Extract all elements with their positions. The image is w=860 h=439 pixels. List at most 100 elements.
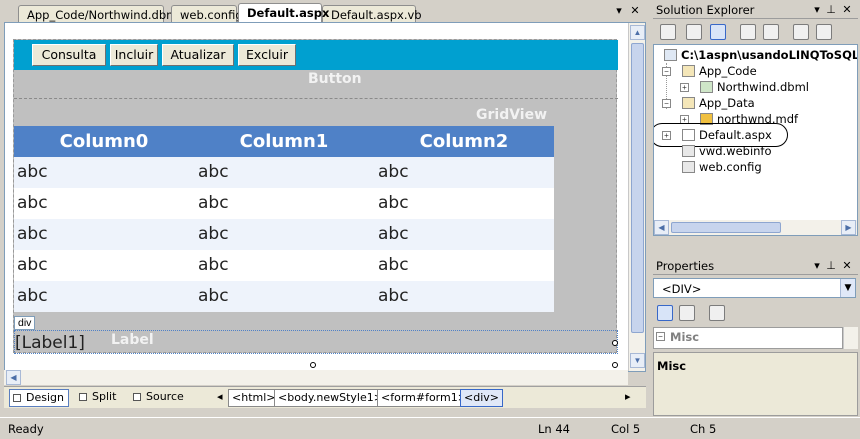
breadcrumb-right-icon[interactable]: ▸: [622, 389, 634, 407]
grid-cell: abc: [378, 255, 409, 275]
grid-header-cell: Column2: [419, 131, 509, 152]
tree-item-default-aspx[interactable]: Default.aspx: [682, 128, 772, 142]
nest-files-icon[interactable]: [710, 24, 726, 40]
source-view-button[interactable]: Source: [130, 389, 188, 407]
property-description: Misc: [653, 352, 858, 416]
property-grid-scrollbar[interactable]: [843, 327, 858, 349]
design-view-button[interactable]: Design: [9, 389, 69, 407]
breadcrumb-form[interactable]: <form#form1>: [377, 389, 471, 407]
collapse-icon[interactable]: −: [662, 67, 671, 76]
scroll-up-icon[interactable]: ▲: [630, 25, 645, 40]
grid-cell: abc: [198, 162, 229, 182]
properties-title: Properties: [656, 259, 715, 273]
copy-website-icon[interactable]: [793, 24, 809, 40]
div-element-tag[interactable]: div: [14, 316, 36, 330]
button-panel: Consulta Incluir Atualizar Excluir: [14, 40, 618, 70]
property-category: Misc: [670, 330, 700, 344]
property-grid[interactable]: − Misc: [653, 327, 843, 349]
asp-config-icon[interactable]: [816, 24, 832, 40]
form-design-area[interactable]: Consulta Incluir Atualizar Excluir Butto…: [13, 39, 618, 368]
consulta-button[interactable]: Consulta: [32, 44, 106, 66]
scroll-left-icon[interactable]: ◀: [6, 370, 21, 385]
design-surface[interactable]: Consulta Incluir Atualizar Excluir Butto…: [4, 22, 646, 372]
gridview[interactable]: Column0 Column1 Column2 abc abc abc abc …: [14, 126, 554, 312]
chevron-down-icon[interactable]: ▼: [840, 279, 855, 297]
tree-item-web-config[interactable]: web.config: [682, 160, 762, 174]
grid-cell: abc: [17, 255, 48, 275]
close-icon[interactable]: ✕: [841, 259, 853, 273]
scroll-left-icon[interactable]: ◀: [654, 220, 669, 235]
properties-toolbar: [653, 301, 858, 325]
expand-icon[interactable]: +: [680, 83, 689, 92]
properties-icon[interactable]: [660, 24, 676, 40]
refresh-icon[interactable]: [686, 24, 702, 40]
designer-horizontal-scrollbar[interactable]: ◀: [4, 370, 628, 385]
tree-item-label: App_Data: [699, 96, 755, 110]
folder-icon: [682, 97, 695, 109]
categorized-icon[interactable]: [657, 305, 673, 321]
object-selector[interactable]: <DIV> ▼: [653, 278, 856, 298]
expand-icon[interactable]: +: [662, 131, 671, 140]
property-pages-icon[interactable]: [709, 305, 725, 321]
tab-web-config[interactable]: web.config: [171, 5, 243, 22]
grid-cell: abc: [17, 162, 48, 182]
pin-icon[interactable]: ⊥: [825, 3, 837, 17]
scroll-right-icon[interactable]: ▶: [841, 220, 856, 235]
resize-handle[interactable]: [612, 340, 618, 346]
website-icon: [664, 49, 677, 61]
atualizar-button[interactable]: Atualizar: [162, 44, 234, 66]
breadcrumb-left-icon[interactable]: ◂: [214, 389, 226, 407]
view-switcher-bar: Design Split Source ◂ <html> <body.newSt…: [4, 386, 646, 408]
grid-cell: abc: [198, 193, 229, 213]
grid-cell: abc: [378, 224, 409, 244]
description-title: Misc: [657, 359, 687, 373]
scroll-thumb[interactable]: [631, 43, 644, 333]
tab-dropdown-icon[interactable]: ▾: [612, 4, 626, 18]
tree-horizontal-scrollbar[interactable]: ◀ ▶: [654, 220, 857, 235]
alphabetical-icon[interactable]: [679, 305, 695, 321]
excluir-button[interactable]: Excluir: [238, 44, 296, 66]
designer-vertical-scrollbar[interactable]: ▲ ▼: [628, 23, 645, 371]
grid-cell: abc: [378, 193, 409, 213]
tree-item-app-data[interactable]: App_Data: [682, 96, 755, 110]
solution-tree[interactable]: C:\1aspn\usandoLINQToSQL1\ − App_Code + …: [653, 44, 858, 236]
grid-cell: abc: [378, 286, 409, 306]
tab-northwind-dbml[interactable]: App_Code/Northwind.dbml: [18, 5, 181, 22]
source-view-label: Source: [146, 390, 184, 403]
dropdown-icon[interactable]: ▾: [811, 259, 823, 273]
split-view-button[interactable]: Split: [76, 389, 120, 407]
scroll-thumb[interactable]: [671, 222, 781, 233]
status-text: Ready: [8, 422, 44, 436]
status-ch: Ch 5: [690, 422, 717, 436]
solution-explorer-title: Solution Explorer: [656, 3, 755, 17]
dbml-file-icon: [700, 81, 713, 93]
grid-cell: abc: [17, 224, 48, 244]
incluir-button[interactable]: Incluir: [110, 44, 158, 66]
tree-item-vwd-webinfo[interactable]: vwd.webinfo: [682, 144, 772, 158]
view-designer-icon[interactable]: [763, 24, 779, 40]
tree-item-label: web.config: [699, 160, 762, 174]
resize-handle[interactable]: [310, 362, 316, 368]
resize-handle[interactable]: [612, 362, 618, 368]
tab-default-aspx[interactable]: Default.aspx: [238, 3, 329, 22]
breadcrumb-body[interactable]: <body.newStyle1>: [274, 389, 387, 407]
breadcrumb-div[interactable]: <div>: [460, 389, 503, 407]
close-document-icon[interactable]: ✕: [628, 4, 642, 18]
view-code-icon[interactable]: [740, 24, 756, 40]
split-view-icon: [79, 393, 87, 401]
dropdown-icon[interactable]: ▾: [811, 3, 823, 17]
scroll-down-icon[interactable]: ▼: [630, 353, 645, 368]
pin-icon[interactable]: ⊥: [825, 259, 837, 273]
tree-item-app-code[interactable]: App_Code: [682, 64, 757, 78]
tree-item-northwind-dbml[interactable]: Northwind.dbml: [700, 80, 809, 94]
grid-cell: abc: [198, 286, 229, 306]
label1-control[interactable]: [Label1]: [14, 330, 618, 354]
grid-header-cell: Column1: [239, 131, 329, 152]
collapse-icon[interactable]: −: [656, 332, 665, 341]
close-icon[interactable]: ✕: [841, 3, 853, 17]
grid-header-row: Column0 Column1 Column2: [14, 126, 554, 157]
tree-root[interactable]: C:\1aspn\usandoLINQToSQL1\: [664, 48, 857, 62]
tab-default-aspx-vb[interactable]: Default.aspx.vb: [322, 5, 422, 22]
collapse-icon[interactable]: −: [662, 99, 671, 108]
breadcrumb-html[interactable]: <html>: [228, 389, 280, 407]
